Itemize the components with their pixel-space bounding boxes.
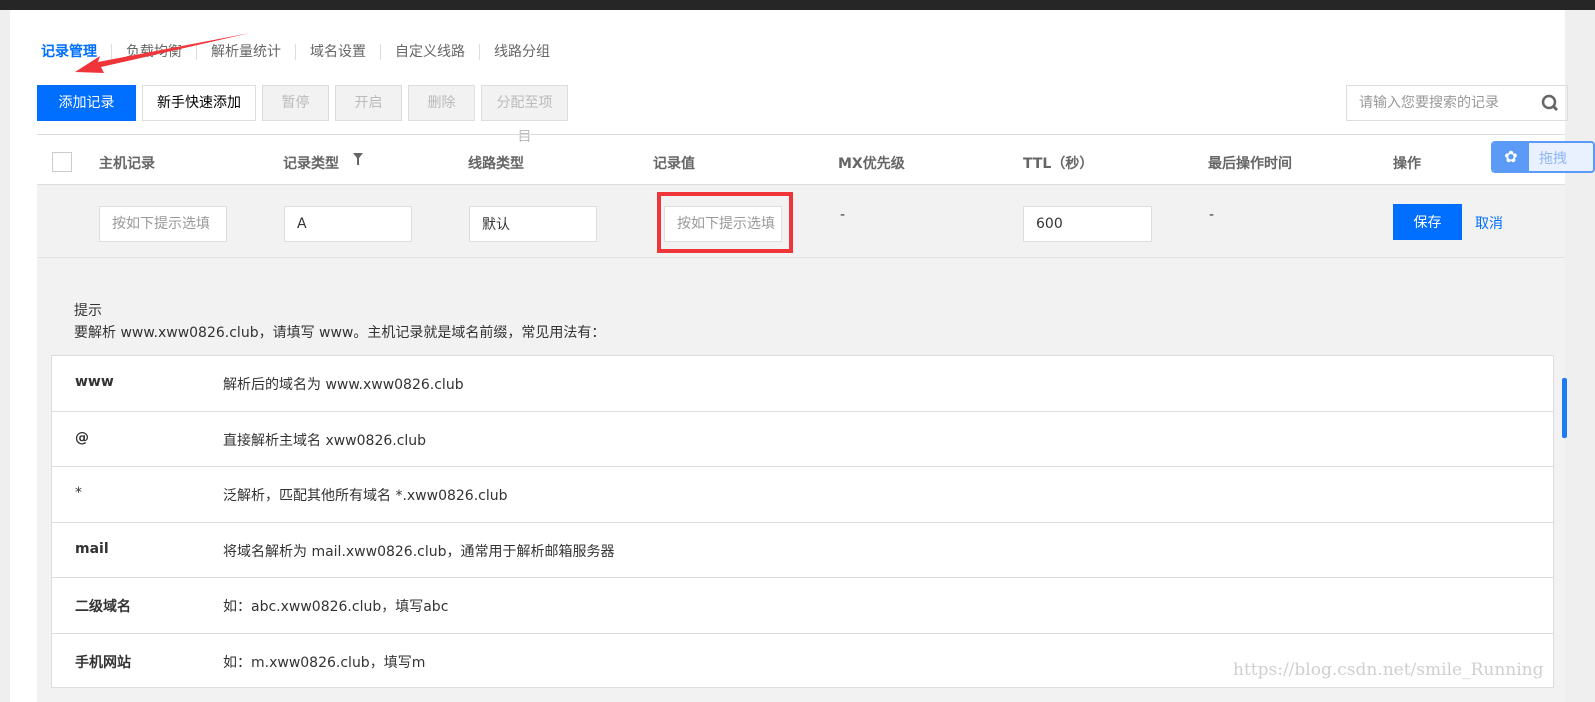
tab-custom-line[interactable]: 自定义线路 xyxy=(380,44,479,60)
search-input[interactable] xyxy=(1347,95,1533,111)
scroll-indicator[interactable] xyxy=(1562,378,1567,438)
widget-label: 拖拽 xyxy=(1539,151,1567,167)
hint-table: www 解析后的域名为 www.xww0826.club @ 直接解析主域名 xww… xyxy=(51,355,1554,688)
table-header: 主机记录 记录类型 线路类型 记录值 MX优先级 TTL（秒） 最后操作时间 操… xyxy=(37,134,1565,185)
hint-row: 二级域名 如：abc.xww0826.club，填写abc xyxy=(52,578,1553,634)
watermark: https://blog.csdn.net/smile_Running xyxy=(1233,660,1544,680)
tab-line-group[interactable]: 线路分组 xyxy=(479,44,564,60)
ttl-input[interactable] xyxy=(1023,206,1152,242)
pause-button[interactable]: 暂停 xyxy=(262,85,329,121)
host-input[interactable] xyxy=(99,206,227,242)
filter-icon[interactable] xyxy=(353,153,363,165)
col-mx: MX优先级 xyxy=(838,156,905,172)
hint-row: mail 将域名解析为 mail.xww0826.club，通常用于解析邮箱服务器 xyxy=(52,523,1553,578)
tab-bar: 记录管理 负载均衡 解析量统计 域名设置 自定义线路 线路分组 xyxy=(41,44,564,60)
tab-load-balance[interactable]: 负载均衡 xyxy=(111,44,196,60)
tab-domain-settings[interactable]: 域名设置 xyxy=(295,44,380,60)
save-button[interactable]: 保存 xyxy=(1393,204,1462,240)
hint-key: mail xyxy=(75,540,109,557)
line-select[interactable] xyxy=(469,206,597,242)
col-actions: 操作 xyxy=(1393,156,1421,172)
delete-button[interactable]: 删除 xyxy=(408,85,475,121)
hint-key: 二级域名 xyxy=(75,599,131,615)
cancel-link[interactable]: 取消 xyxy=(1475,213,1503,233)
annotation-highlight-box xyxy=(657,192,793,253)
edit-row: - - 保存 取消 xyxy=(37,185,1565,258)
hint-row: www 解析后的域名为 www.xww0826.club xyxy=(52,356,1553,412)
cloud-icon: ✿ xyxy=(1493,143,1529,171)
main-panel: 记录管理 负载均衡 解析量统计 域名设置 自定义线路 线路分组 添加记录 新手快… xyxy=(10,10,1568,702)
hint-panel: 提示 要解析 www.xww0826.club，请填写 www。主机记录就是域名… xyxy=(37,258,1565,702)
assign-project-button[interactable]: 分配至项目 xyxy=(481,85,568,145)
hint-key: www xyxy=(75,374,114,390)
tab-stats[interactable]: 解析量统计 xyxy=(196,44,295,60)
hint-value: 如：abc.xww0826.club，填写abc xyxy=(223,599,449,615)
hint-value: 将域名解析为 mail.xww0826.club，通常用于解析邮箱服务器 xyxy=(223,543,615,560)
hint-title: 提示 xyxy=(74,303,102,319)
hint-desc: 要解析 www.xww0826.club，请填写 www。主机记录就是域名前缀，… xyxy=(74,325,606,341)
drag-widget[interactable]: ✿ 拖拽 xyxy=(1491,141,1595,173)
hint-row: * 泛解析，匹配其他所有域名 *.xww0826.club xyxy=(52,467,1553,523)
hint-value: 如：m.xww0826.club，填写m xyxy=(223,654,426,671)
hint-key: * xyxy=(75,485,82,501)
hint-value: 泛解析，匹配其他所有域名 *.xww0826.club xyxy=(223,488,508,504)
add-record-button[interactable]: 添加记录 xyxy=(37,85,136,121)
col-last-time: 最后操作时间 xyxy=(1208,156,1292,172)
hint-value: 直接解析主域名 xww0826.club xyxy=(223,432,427,449)
mx-value: - xyxy=(840,207,846,223)
quick-add-button[interactable]: 新手快速添加 xyxy=(142,85,256,121)
last-time-value: - xyxy=(1209,207,1215,223)
col-ttl: TTL（秒） xyxy=(1023,156,1094,172)
search-icon[interactable] xyxy=(1533,93,1567,113)
col-type: 记录类型 xyxy=(283,156,339,172)
select-all-checkbox[interactable] xyxy=(52,152,72,172)
enable-button[interactable]: 开启 xyxy=(335,85,402,121)
hint-row: @ 直接解析主域名 xww0826.club xyxy=(52,412,1553,467)
col-line: 线路类型 xyxy=(468,156,524,172)
tab-record-management[interactable]: 记录管理 xyxy=(41,44,111,60)
hint-key: @ xyxy=(75,429,89,446)
top-bar xyxy=(0,0,1595,10)
hint-key: 手机网站 xyxy=(75,654,131,671)
col-host: 主机记录 xyxy=(99,156,155,172)
toolbar: 添加记录 新手快速添加 暂停 开启 删除 分配至项目 xyxy=(37,85,568,145)
search-box xyxy=(1346,85,1568,121)
type-select[interactable] xyxy=(284,206,412,242)
hint-value: 解析后的域名为 www.xww0826.club xyxy=(223,377,464,393)
col-value: 记录值 xyxy=(653,156,695,172)
